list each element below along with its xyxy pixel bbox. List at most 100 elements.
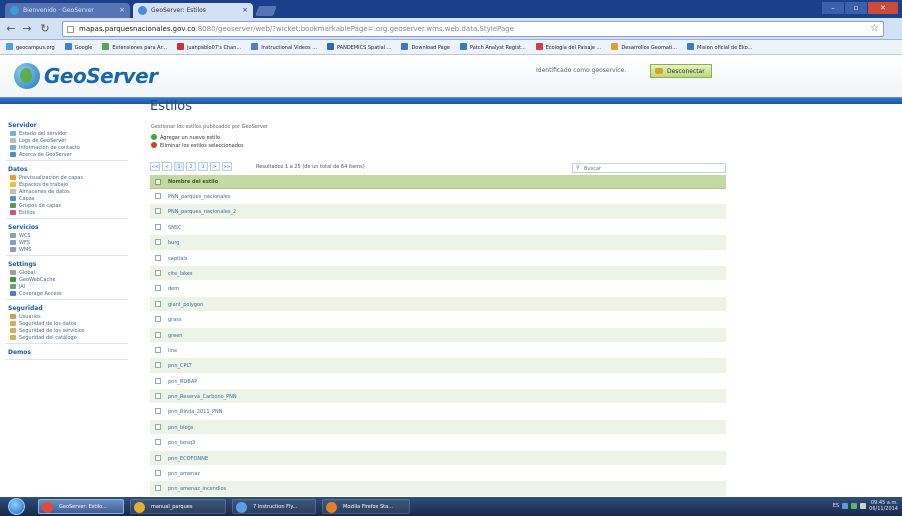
- sidebar-item-geowebcache[interactable]: GeoWebCache: [10, 277, 55, 283]
- bookmark-pandemics-spatial[interactable]: PANDEMICS Spatial ...: [326, 43, 391, 51]
- sidebar-item-global[interactable]: Global: [10, 270, 35, 276]
- sidebar-item-seguridad-de-los-servicios[interactable]: Seguridad de los servicios: [10, 328, 84, 334]
- style-name-link[interactable]: line: [168, 348, 177, 354]
- new-tab-button[interactable]: [255, 6, 277, 16]
- row-checkbox[interactable]: [155, 377, 161, 384]
- select-all-checkbox[interactable]: [155, 179, 161, 185]
- reload-icon[interactable]: ↻: [38, 22, 52, 36]
- bookmark-mision-oficial-de-eko[interactable]: Mision oficial de Eko...: [687, 43, 752, 51]
- taskbar-item-7-instruction-fly[interactable]: 7 Instruction Fly...: [232, 499, 316, 514]
- style-name-link[interactable]: pnn_ECOFONNE: [168, 456, 208, 462]
- sidebar-item-wfs[interactable]: WFS: [10, 240, 30, 246]
- sidebar-item-acerca-de-geoserver[interactable]: Acerca de GeoServer: [10, 152, 72, 158]
- pager-button-4[interactable]: 2: [186, 162, 196, 171]
- browser-tab-estilos[interactable]: GeoServer: Estilos ×: [133, 3, 253, 18]
- row-checkbox[interactable]: [155, 208, 161, 215]
- row-checkbox[interactable]: [155, 285, 161, 292]
- close-tab-icon[interactable]: ×: [119, 6, 125, 14]
- sidebar-item-previsualizacion-de-capas[interactable]: Previsualización de capas: [10, 175, 83, 181]
- add-style-link[interactable]: Agregar un nuevo estilo: [151, 134, 220, 141]
- style-name-link[interactable]: pnn_ROBAP: [168, 379, 197, 385]
- sidebar-item-usuarios[interactable]: Usuarios: [10, 314, 41, 320]
- row-checkbox[interactable]: [155, 346, 161, 353]
- pager-button-3[interactable]: 1: [174, 162, 184, 171]
- close-tab-icon[interactable]: ×: [242, 6, 248, 14]
- sidebar-item-almacenes-de-datos[interactable]: Almacenes de datos: [10, 189, 70, 195]
- volume-icon[interactable]: [860, 503, 867, 509]
- sidebar-item-estado-del-servidor[interactable]: Estado del servidor: [10, 131, 67, 137]
- style-name-link[interactable]: cite_lakes: [168, 271, 193, 277]
- logout-button[interactable]: Desconectar: [650, 64, 712, 78]
- language-indicator[interactable]: ES: [833, 503, 839, 509]
- sidebar-item-seguridad-del-catalogo[interactable]: Seguridad del catálogo: [10, 335, 77, 341]
- row-checkbox[interactable]: [155, 316, 161, 323]
- bookmark-patch-analyst-regist[interactable]: Patch Analyst Regist...: [460, 43, 526, 51]
- style-name-link[interactable]: giant_polygon: [168, 302, 203, 308]
- style-name-link[interactable]: PNN_parques_nacionales_2: [168, 209, 236, 215]
- row-checkbox[interactable]: [155, 269, 161, 276]
- security-icon[interactable]: [851, 503, 858, 509]
- bookmark-google[interactable]: Google: [64, 43, 92, 51]
- style-name-link[interactable]: SNSC: [168, 225, 182, 231]
- bookmark-ecologia-del-paisaje[interactable]: Ecología del Paisaje ...: [535, 43, 601, 51]
- style-name-link[interactable]: PNN_parques_nacionales: [168, 194, 230, 200]
- search-input[interactable]: [584, 165, 722, 172]
- row-checkbox[interactable]: [155, 439, 161, 446]
- sidebar-item-grupos-de-capas[interactable]: Grupos de capas: [10, 203, 61, 209]
- taskbar-item-geoserver-estilo[interactable]: GeoServer: Estilo...: [38, 499, 124, 514]
- row-checkbox[interactable]: [155, 454, 161, 461]
- style-name-link[interactable]: pnn_Reserva_Carbono_PNN: [168, 394, 237, 400]
- pager-button-5[interactable]: 3: [198, 162, 208, 171]
- row-checkbox[interactable]: [155, 300, 161, 307]
- style-name-link[interactable]: burg: [168, 240, 179, 246]
- sidebar-item-jai[interactable]: JAI: [10, 284, 25, 290]
- column-header-style-name[interactable]: Nombre del estilo: [168, 179, 218, 185]
- row-checkbox[interactable]: [155, 485, 161, 492]
- row-checkbox[interactable]: [155, 254, 161, 261]
- bookmark-desarrollos-geomati[interactable]: Desarrollos Geomati...: [611, 43, 677, 51]
- sidebar-item-logs-de-geoserver[interactable]: Logs de GeoServer: [10, 138, 66, 144]
- style-name-link[interactable]: pnn_amenaz: [168, 471, 200, 477]
- minimize-icon[interactable]: –: [822, 2, 844, 14]
- style-name-link[interactable]: capitals: [168, 256, 187, 262]
- pager-button-7[interactable]: >>: [222, 162, 232, 171]
- row-checkbox[interactable]: [155, 362, 161, 369]
- taskbar-item-manual-parques[interactable]: manual_parques: [130, 499, 226, 514]
- bookmark-download-page[interactable]: Download Page: [401, 43, 450, 51]
- bookmark-extensiones-para-ar[interactable]: Extensiones para Ar...: [102, 43, 167, 51]
- style-name-link[interactable]: pnn_amenaz_incendios: [168, 486, 226, 492]
- style-name-link[interactable]: grass: [168, 317, 182, 323]
- row-checkbox[interactable]: [155, 223, 161, 230]
- address-bar[interactable]: mapas.parquesnacionales.gov.co:8080/geos…: [62, 21, 884, 37]
- forward-arrow-icon[interactable]: →: [20, 22, 34, 36]
- sidebar-item-espacios-de-trabajo[interactable]: Espacios de trabajo: [10, 182, 68, 188]
- sidebar-item-informacion-de-contacto[interactable]: Información de contacto: [10, 145, 80, 151]
- sidebar-item-seguridad-de-los-datos[interactable]: Seguridad de los datos: [10, 321, 76, 327]
- row-checkbox[interactable]: [155, 331, 161, 338]
- row-checkbox[interactable]: [155, 239, 161, 246]
- sidebar-item-wcs[interactable]: WCS: [10, 233, 31, 239]
- maximize-icon[interactable]: ▫: [845, 2, 867, 14]
- style-name-link[interactable]: pnn_CPLT: [168, 363, 192, 369]
- geoserver-logo[interactable]: GeoServer: [14, 63, 158, 89]
- sidebar-item-capas[interactable]: Capas: [10, 196, 34, 202]
- bookmark-geocampus-org[interactable]: geocampus.org: [6, 43, 55, 51]
- style-name-link[interactable]: pnn_bosq3: [168, 440, 195, 446]
- taskbar-item-mozilla-firefox-sta[interactable]: Mozilla Firefox Sta...: [322, 499, 410, 514]
- pager-button-2[interactable]: <: [162, 162, 172, 171]
- sidebar-item-wms[interactable]: WMS: [10, 247, 31, 253]
- row-checkbox[interactable]: [155, 470, 161, 477]
- start-button[interactable]: [8, 498, 25, 515]
- pager-button-1[interactable]: <<: [150, 162, 160, 171]
- row-checkbox[interactable]: [155, 393, 161, 400]
- style-name-link[interactable]: pnn_Rinda_2011_PNN: [168, 409, 223, 415]
- bookmark-star-icon[interactable]: ☆: [870, 23, 879, 34]
- row-checkbox[interactable]: [155, 423, 161, 430]
- bookmark-juanpablo07-s-chan[interactable]: juanpablo07's Chan...: [176, 43, 241, 51]
- pager-button-6[interactable]: >: [210, 162, 220, 171]
- row-checkbox[interactable]: [155, 193, 161, 199]
- style-name-link[interactable]: dem: [168, 286, 179, 292]
- row-checkbox[interactable]: [155, 408, 161, 415]
- sidebar-item-estilos[interactable]: Estilos: [10, 210, 35, 216]
- browser-tab-bienvenido[interactable]: Bienvenido · GeoServer ×: [5, 3, 130, 18]
